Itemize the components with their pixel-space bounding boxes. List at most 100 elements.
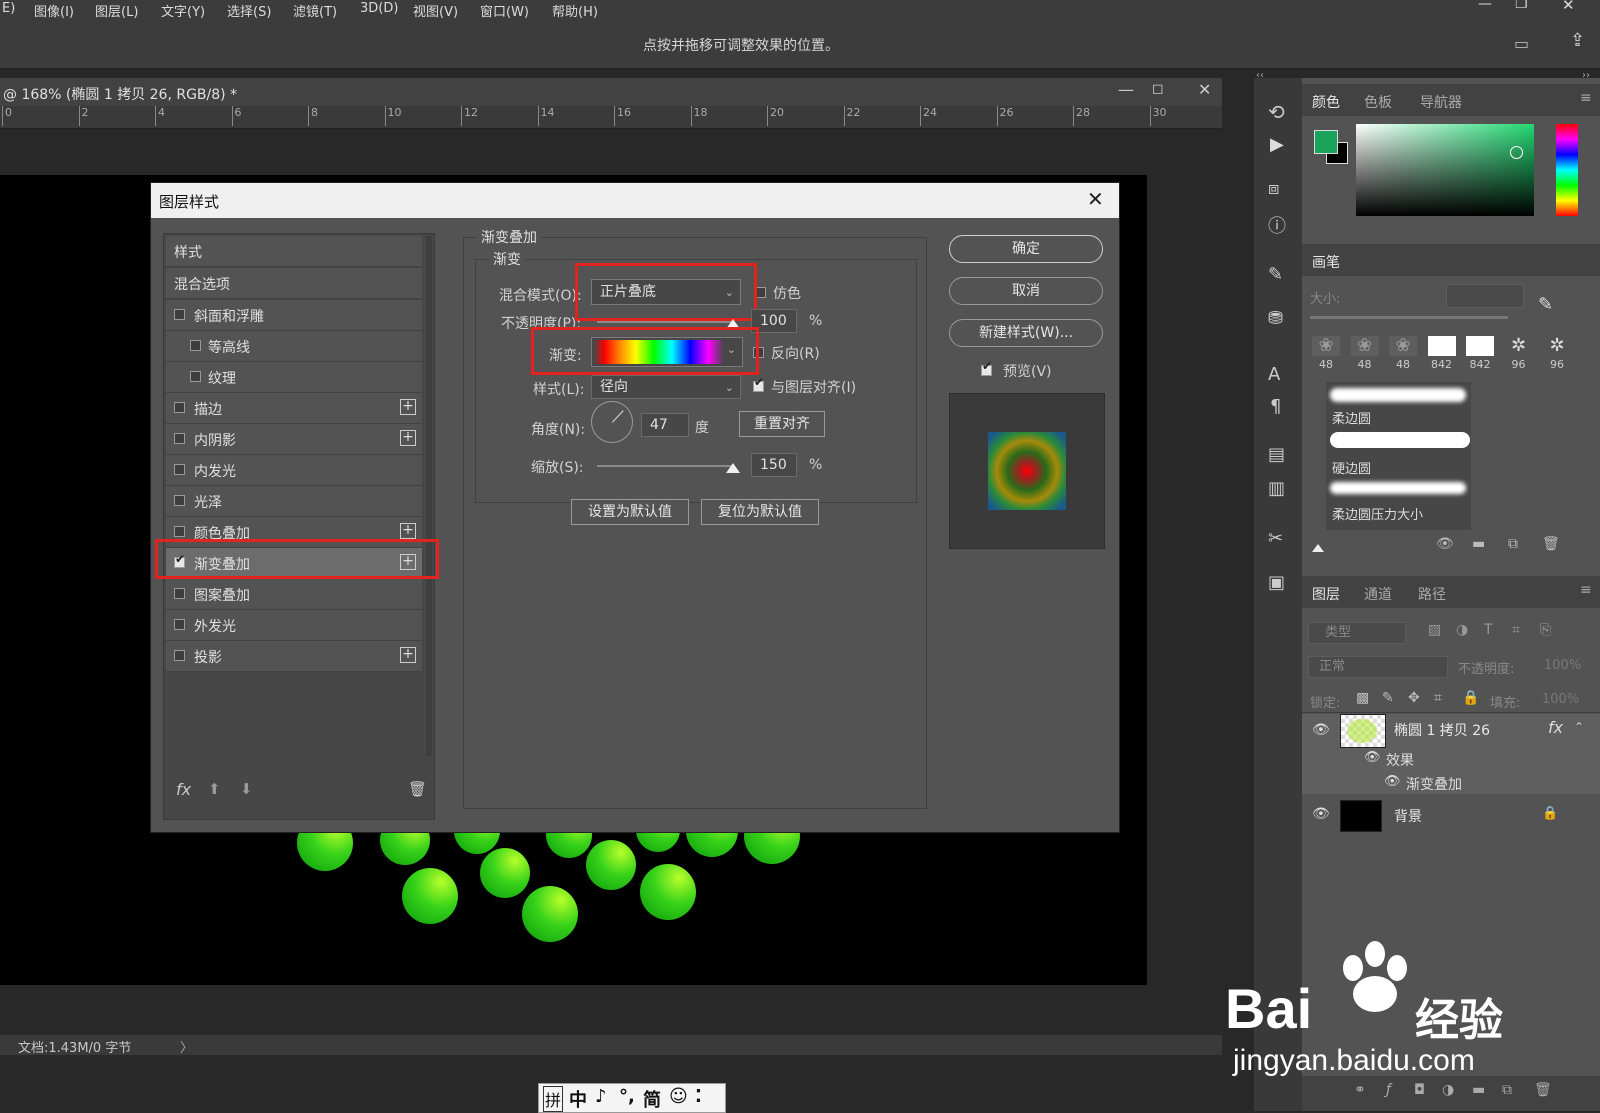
reset-alignment-button[interactable]: 重置对齐 [739, 411, 825, 437]
fx-menu-icon[interactable]: fx [176, 780, 191, 799]
ime-chinese-icon[interactable]: 中 [569, 1086, 587, 1112]
layer-name[interactable]: 椭圆 1 拷贝 26 [1394, 720, 1490, 740]
layer-blend-mode-dropdown[interactable]: 正常 [1308, 656, 1448, 678]
style-item[interactable]: 纹理 [166, 362, 422, 393]
lock-all-icon[interactable]: 🔒 [1462, 690, 1479, 706]
color-picker-cursor[interactable] [1510, 146, 1523, 159]
style-item-checkbox[interactable] [174, 619, 185, 630]
brush-size-slider[interactable] [1310, 316, 1508, 319]
brush-tip[interactable]: ❀ 48 [1347, 336, 1383, 376]
ime-pinyin-icon[interactable]: 拼 [543, 1086, 564, 1112]
lock-transparent-icon[interactable]: ▩ [1356, 690, 1369, 706]
play-actions-icon[interactable]: ▶ [1270, 134, 1284, 155]
move-up-icon[interactable]: ⬆ [208, 780, 221, 798]
brush-folder-icon[interactable]: ▬ [1472, 536, 1485, 552]
tab-channels[interactable]: 通道 [1364, 584, 1392, 604]
add-effect-icon[interactable]: + [400, 647, 416, 663]
brush-tip[interactable]: ❀ 48 [1385, 336, 1421, 376]
style-dropdown[interactable]: 径向 ⌄ [591, 375, 741, 399]
eye-icon[interactable]: 👁 [1312, 806, 1330, 822]
delete-effect-icon[interactable]: 🗑 [408, 780, 427, 798]
style-item[interactable]: 图案叠加 [166, 579, 422, 610]
opacity-slider[interactable] [597, 321, 733, 323]
minimize-icon[interactable]: — [1478, 0, 1492, 12]
add-effect-icon[interactable]: + [400, 430, 416, 446]
ok-button[interactable]: 确定 [949, 235, 1103, 263]
style-item-checkbox[interactable] [174, 526, 185, 537]
tab-swatches[interactable]: 色板 [1364, 92, 1392, 112]
filter-adjust-icon[interactable]: ◑ [1456, 622, 1468, 638]
style-item[interactable]: 投影 + [166, 641, 422, 672]
ime-punct-icon[interactable]: °, [619, 1086, 635, 1107]
close-app-icon[interactable]: ✕ [1562, 0, 1575, 14]
lock-move-icon[interactable]: ✥ [1408, 690, 1420, 706]
layer-name-bg[interactable]: 背景 [1394, 806, 1422, 826]
layer-lock-icon[interactable]: 🔒 [1542, 806, 1558, 821]
menu-view[interactable]: 视图(V) [413, 1, 458, 20]
para-style-icon[interactable]: ▥ [1268, 478, 1285, 499]
layers-menu-icon[interactable]: ≡ [1580, 582, 1592, 598]
ime-emoji-icon[interactable]: ☺ [669, 1086, 688, 1107]
brush-preset-icon[interactable]: ✎ [1268, 264, 1283, 285]
styles-scrollbar[interactable] [426, 236, 432, 756]
style-item[interactable]: 光泽 [166, 486, 422, 517]
scale-field[interactable]: 150 [751, 453, 797, 477]
lock-artboard-icon[interactable]: ⌗ [1434, 690, 1442, 706]
style-item-checkbox[interactable] [174, 495, 185, 506]
brush-new-icon[interactable]: ⧉ [1508, 536, 1518, 552]
style-item-checkbox[interactable] [174, 309, 185, 320]
menu-type[interactable]: 文字(Y) [161, 1, 205, 20]
layer-fx-icon[interactable]: fx [1548, 718, 1563, 737]
document-tab[interactable]: @ 168% (椭圆 1 拷贝 26, RGB/8) * — ◻ ✕ [0, 78, 1222, 106]
brush-tip[interactable]: ✲ 96 [1539, 336, 1575, 376]
filter-type-icon[interactable]: T [1484, 622, 1493, 638]
collapse-effects-icon[interactable]: ⌃ [1574, 720, 1584, 734]
3d-icon[interactable]: ⧈ [1268, 178, 1279, 199]
menu-layer[interactable]: 图层(L) [95, 1, 138, 20]
status-arrow-icon[interactable]: 〉 [180, 1037, 193, 1056]
expand-icon[interactable]: ›› [1582, 70, 1590, 81]
layer-row-background[interactable]: 👁 背景 🔒 [1302, 796, 1600, 836]
info-icon[interactable]: ⓘ [1268, 212, 1286, 238]
clone-source-icon[interactable]: ⛃ [1268, 308, 1283, 329]
menu-image[interactable]: 图像(I) [34, 1, 74, 20]
eye-icon[interactable]: 👁 [1312, 722, 1330, 738]
ime-more-icon[interactable]: ⁚ [695, 1086, 702, 1107]
brush-size-field[interactable] [1446, 284, 1524, 308]
filter-shape-icon[interactable]: ⌗ [1512, 622, 1520, 638]
style-item-checkbox[interactable] [190, 371, 201, 382]
restore-icon[interactable]: ❐ [1515, 0, 1528, 12]
history-icon[interactable]: ⟲ [1268, 100, 1285, 124]
dialog-close-icon[interactable]: ✕ [1087, 187, 1104, 211]
style-item[interactable]: 斜面和浮雕 [166, 300, 422, 331]
scale-slider[interactable] [597, 465, 733, 467]
character-icon[interactable]: A [1268, 364, 1280, 385]
brush-delete-icon[interactable]: 🗑 [1542, 536, 1560, 552]
layer-filter-dropdown[interactable]: 类型 [1308, 622, 1406, 644]
scale-slider-thumb[interactable] [726, 463, 740, 473]
collapse-icon[interactable]: ‹‹ [1256, 70, 1264, 81]
styles-header[interactable]: 样式 [166, 236, 422, 267]
style-item[interactable]: 内发光 [166, 455, 422, 486]
angle-dial[interactable] [591, 401, 633, 443]
brush-tip[interactable]: 842 [1424, 336, 1460, 376]
brush-panel-title[interactable]: 画笔 [1312, 252, 1340, 272]
artboard-icon[interactable]: ▣ [1268, 572, 1285, 593]
move-down-icon[interactable]: ⬇ [240, 780, 253, 798]
foreground-color-swatch[interactable] [1314, 130, 1338, 154]
brush-settings-icon[interactable]: ✎ [1538, 294, 1553, 315]
style-item-checkbox[interactable] [190, 340, 201, 351]
style-item[interactable]: 外发光 [166, 610, 422, 641]
panel-menu-icon[interactable]: ≡ [1580, 90, 1592, 106]
brush-tip[interactable]: ✲ 96 [1501, 336, 1537, 376]
menu-edit[interactable]: E) [2, 1, 15, 16]
tab-color[interactable]: 颜色 [1312, 92, 1340, 112]
fill-value[interactable]: 100% [1542, 692, 1579, 707]
tab-paths[interactable]: 路径 [1418, 584, 1446, 604]
menu-3d[interactable]: 3D(D) [360, 1, 398, 16]
brush-tip[interactable]: ❀ 48 [1308, 336, 1344, 376]
doc-close-icon[interactable]: ✕ [1198, 80, 1211, 99]
new-style-button[interactable]: 新建样式(W)... [949, 319, 1103, 347]
menu-help[interactable]: 帮助(H) [552, 1, 598, 20]
paragraph-icon[interactable]: ¶ [1270, 396, 1281, 417]
